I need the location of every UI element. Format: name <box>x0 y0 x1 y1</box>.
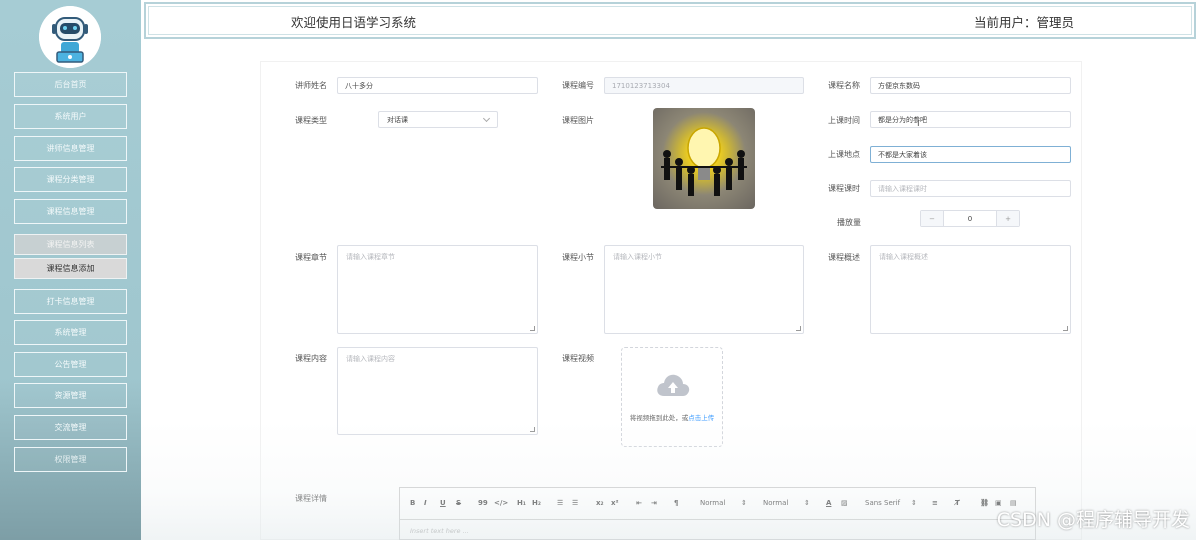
resize-handle-icon[interactable] <box>530 326 535 331</box>
chevron-down-icon <box>482 114 491 123</box>
chapter-textarea[interactable]: 请输入课程章节 <box>337 245 538 334</box>
sidebar-item-checkin-management[interactable]: 打卡信息管理 <box>14 289 127 314</box>
course-type-label: 课程类型 <box>295 116 327 125</box>
teacher-name-input[interactable]: 八十多分 <box>337 77 538 94</box>
bold-icon[interactable]: B <box>410 499 415 507</box>
subscript-icon[interactable]: x₂ <box>596 499 604 507</box>
link-icon[interactable]: ⛓ <box>980 499 989 507</box>
class-place-label: 上课地点 <box>828 150 860 159</box>
text-direction-icon[interactable]: ¶ <box>674 499 678 507</box>
watermark: CSDN @程序辅导开发 <box>996 509 1190 531</box>
indent-icon[interactable]: ⇥ <box>651 499 657 507</box>
overview-textarea[interactable]: 请输入课程概述 <box>870 245 1071 334</box>
text-cursor-icon: I <box>917 119 920 129</box>
sidebar-item-notice-management[interactable]: 公告管理 <box>14 352 127 377</box>
superscript-icon[interactable]: x² <box>611 499 619 507</box>
details-label: 课程详情 <box>295 494 327 503</box>
course-name-input[interactable]: 方便京东数码 <box>870 77 1071 94</box>
course-hours-input[interactable]: 请输入课程课时 <box>870 180 1071 197</box>
play-count-label: 播放量 <box>837 218 861 227</box>
align-icon[interactable]: ≡ <box>932 499 938 507</box>
play-count-stepper: − 0 + <box>920 210 1020 227</box>
class-time-input[interactable]: 都是分为的参吧 <box>870 111 1071 128</box>
course-image-thumbnail[interactable] <box>653 108 755 209</box>
chevron-updown-icon: ⇕ <box>741 499 747 507</box>
click-upload-link[interactable]: 点击上传 <box>688 414 714 422</box>
video-upload-dropzone[interactable]: 将视频拖到此处，或点击上传 <box>621 347 723 447</box>
class-time-label: 上课时间 <box>828 116 860 125</box>
course-no-label: 课程编号 <box>562 81 594 90</box>
sidebar-item-communication-management[interactable]: 交流管理 <box>14 415 127 440</box>
italic-icon[interactable]: I <box>424 499 427 507</box>
chapter-label: 课程章节 <box>295 253 327 262</box>
course-type-select[interactable]: 对话课 <box>378 111 498 128</box>
sidebar-subitem-course-add[interactable]: 课程信息添加 <box>14 258 127 279</box>
strikethrough-icon[interactable]: S <box>456 499 461 507</box>
course-name-label: 课程名称 <box>828 81 860 90</box>
course-image-label: 课程图片 <box>562 116 594 125</box>
increase-button[interactable]: + <box>997 211 1019 226</box>
chevron-updown-icon: ⇕ <box>911 499 917 507</box>
bullet-list-icon[interactable]: ☰ <box>572 499 578 507</box>
teacher-name-label: 讲师姓名 <box>295 81 327 90</box>
blockquote-icon[interactable]: 99 <box>478 499 488 507</box>
resize-handle-icon[interactable] <box>796 326 801 331</box>
play-count-value[interactable]: 0 <box>943 211 997 226</box>
robot-avatar-icon <box>39 6 101 68</box>
sidebar-item-course-category[interactable]: 课程分类管理 <box>14 167 127 192</box>
clear-format-icon[interactable]: T̸ <box>955 499 960 507</box>
resize-handle-icon[interactable] <box>530 427 535 432</box>
sidebar-subitem-course-list[interactable]: 课程信息列表 <box>14 234 127 255</box>
section-textarea[interactable]: 请输入课程小节 <box>604 245 804 334</box>
resize-handle-icon[interactable] <box>1063 326 1068 331</box>
outdent-icon[interactable]: ⇤ <box>636 499 642 507</box>
cloud-upload-icon <box>657 374 690 396</box>
font-select[interactable]: Sans Serif <box>865 499 900 507</box>
upload-hint: 将视频拖到此处，或点击上传 <box>629 414 715 422</box>
welcome-title: 欢迎使用日语学习系统 <box>291 15 417 30</box>
class-place-input[interactable]: 不都是大家着该 <box>870 146 1071 163</box>
heading2-icon[interactable]: H₂ <box>532 499 541 507</box>
sidebar: 后台首页 系统用户 讲师信息管理 课程分类管理 课程信息管理 课程信息列表 课程… <box>0 0 141 540</box>
sidebar-item-system-users[interactable]: 系统用户 <box>14 104 127 129</box>
sidebar-item-teacher-management[interactable]: 讲师信息管理 <box>14 136 127 161</box>
sidebar-item-home[interactable]: 后台首页 <box>14 72 127 97</box>
rich-text-editor[interactable]: Insert text here ... <box>399 519 1036 540</box>
font-color-icon[interactable]: A <box>826 499 831 507</box>
decrease-button[interactable]: − <box>921 211 943 226</box>
header-select[interactable]: Normal <box>763 499 788 507</box>
background-color-icon[interactable]: ▨ <box>841 499 848 507</box>
sidebar-item-course-info[interactable]: 课程信息管理 <box>14 199 127 224</box>
overview-label: 课程概述 <box>828 253 860 262</box>
rich-text-toolbar: B I U S 99 </> H₁ H₂ ☰ ☰ x₂ x² ⇤ ⇥ ¶ Nor… <box>399 487 1036 520</box>
chevron-updown-icon: ⇕ <box>804 499 810 507</box>
course-no-input: 1710123713304 <box>604 77 804 94</box>
underline-icon[interactable]: U <box>440 499 446 507</box>
top-header: 欢迎使用日语学习系统 当前用户：管理员 <box>144 2 1196 39</box>
content-label: 课程内容 <box>295 354 327 363</box>
sidebar-item-permission-management[interactable]: 权限管理 <box>14 447 127 472</box>
section-label: 课程小节 <box>562 253 594 262</box>
ordered-list-icon[interactable]: ☰ <box>557 499 563 507</box>
heading1-icon[interactable]: H₁ <box>517 499 526 507</box>
course-hours-label: 课程课时 <box>828 184 860 193</box>
size-select[interactable]: Normal <box>700 499 725 507</box>
current-user-label: 当前用户：管理员 <box>973 15 1074 30</box>
code-icon[interactable]: </> <box>494 499 508 507</box>
sidebar-item-system-management[interactable]: 系统管理 <box>14 320 127 345</box>
video-label: 课程视频 <box>562 354 594 363</box>
content-textarea[interactable]: 请输入课程内容 <box>337 347 538 435</box>
sidebar-item-resource-management[interactable]: 资源管理 <box>14 383 127 408</box>
